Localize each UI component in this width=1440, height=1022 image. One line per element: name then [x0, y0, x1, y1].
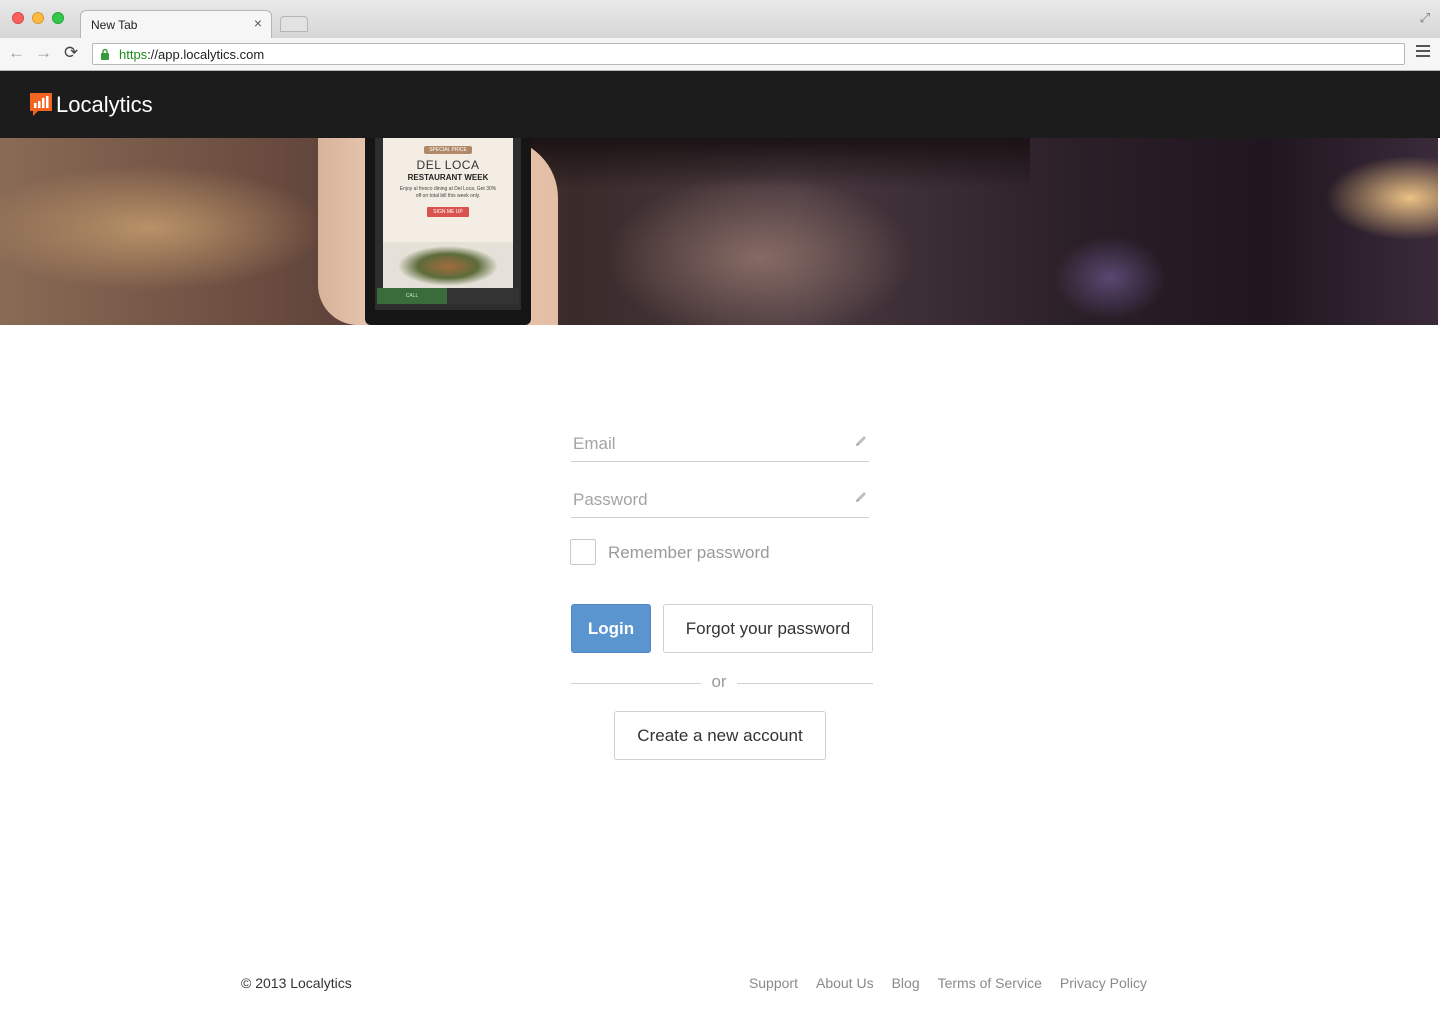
tab-close-icon[interactable]: × — [251, 15, 265, 31]
phone-screen: SPECIAL PRICE DEL LOCA RESTAURANT WEEK E… — [375, 138, 521, 310]
zoom-window-button[interactable] — [52, 12, 64, 24]
footer-link-support[interactable]: Support — [749, 975, 798, 991]
login-button[interactable]: Login — [571, 604, 651, 653]
browser-tab-strip: New Tab × ⤢ — [0, 0, 1440, 38]
ad-cta: SIGN ME UP — [427, 207, 469, 217]
tab-title: New Tab — [91, 18, 138, 32]
footer-link-terms[interactable]: Terms of Service — [938, 975, 1042, 991]
email-input[interactable] — [571, 430, 841, 458]
hamburger-menu-icon[interactable] — [1416, 45, 1430, 59]
ad-brand: DEL LOCA — [416, 158, 480, 172]
footer-link-blog[interactable]: Blog — [892, 975, 920, 991]
create-account-button[interactable]: Create a new account — [614, 711, 826, 760]
logo-bars-icon — [30, 93, 52, 116]
url-host: ://app.localytics.com — [147, 47, 265, 62]
browser-tab[interactable]: New Tab × — [80, 10, 272, 38]
ad-headline: RESTAURANT WEEK — [407, 173, 489, 182]
pencil-icon — [856, 436, 866, 446]
forgot-password-button[interactable]: Forgot your password — [663, 604, 873, 653]
hero-awning — [530, 138, 1030, 188]
footer-links: Support About Us Blog Terms of Service P… — [749, 975, 1147, 991]
divider-line-left — [571, 683, 701, 684]
forward-arrow-icon[interactable]: → — [35, 44, 52, 62]
reload-icon[interactable]: ⟳ — [64, 44, 78, 62]
close-window-button[interactable] — [12, 12, 24, 24]
remember-password-label[interactable]: Remember password — [608, 543, 770, 563]
address-bar[interactable]: https://app.localytics.com — [92, 43, 1405, 65]
minimize-window-button[interactable] — [32, 12, 44, 24]
url-scheme: https — [119, 47, 148, 62]
phone-call-label: CALL — [377, 288, 447, 304]
password-input[interactable] — [571, 486, 841, 514]
ad-badge: SPECIAL PRICE — [424, 146, 472, 154]
phone-image: SPECIAL PRICE DEL LOCA RESTAURANT WEEK E… — [365, 138, 531, 325]
browser-toolbar: ← → ⟳ https://app.localytics.com — [0, 38, 1440, 71]
footer-link-about-us[interactable]: About Us — [816, 975, 874, 991]
remember-password-checkbox[interactable] — [570, 539, 596, 565]
ad-food-image — [383, 242, 513, 288]
fullscreen-icon[interactable]: ⤢ — [1420, 10, 1430, 26]
url-text: https://app.localytics.com — [119, 47, 264, 62]
footer-link-privacy[interactable]: Privacy Policy — [1060, 975, 1147, 991]
footer-copyright: © 2013 Localytics — [241, 975, 352, 991]
back-arrow-icon[interactable]: ← — [8, 44, 25, 62]
lock-icon — [101, 48, 109, 60]
new-tab-button[interactable] — [280, 16, 308, 32]
site-header: Localytics — [0, 71, 1440, 138]
pencil-icon — [856, 492, 866, 502]
email-field — [571, 430, 869, 462]
logo-text: Localytics — [56, 92, 153, 117]
in-app-ad: SPECIAL PRICE DEL LOCA RESTAURANT WEEK E… — [383, 138, 513, 242]
hero-banner: SPECIAL PRICE DEL LOCA RESTAURANT WEEK E… — [0, 138, 1438, 325]
password-field — [571, 486, 869, 518]
or-divider: or — [711, 672, 727, 691]
phone-action-bar: CALL — [377, 288, 519, 304]
ad-body: Enjoy al fresco dining at Del Loca. Get … — [399, 186, 497, 199]
divider-line-right — [737, 683, 873, 684]
